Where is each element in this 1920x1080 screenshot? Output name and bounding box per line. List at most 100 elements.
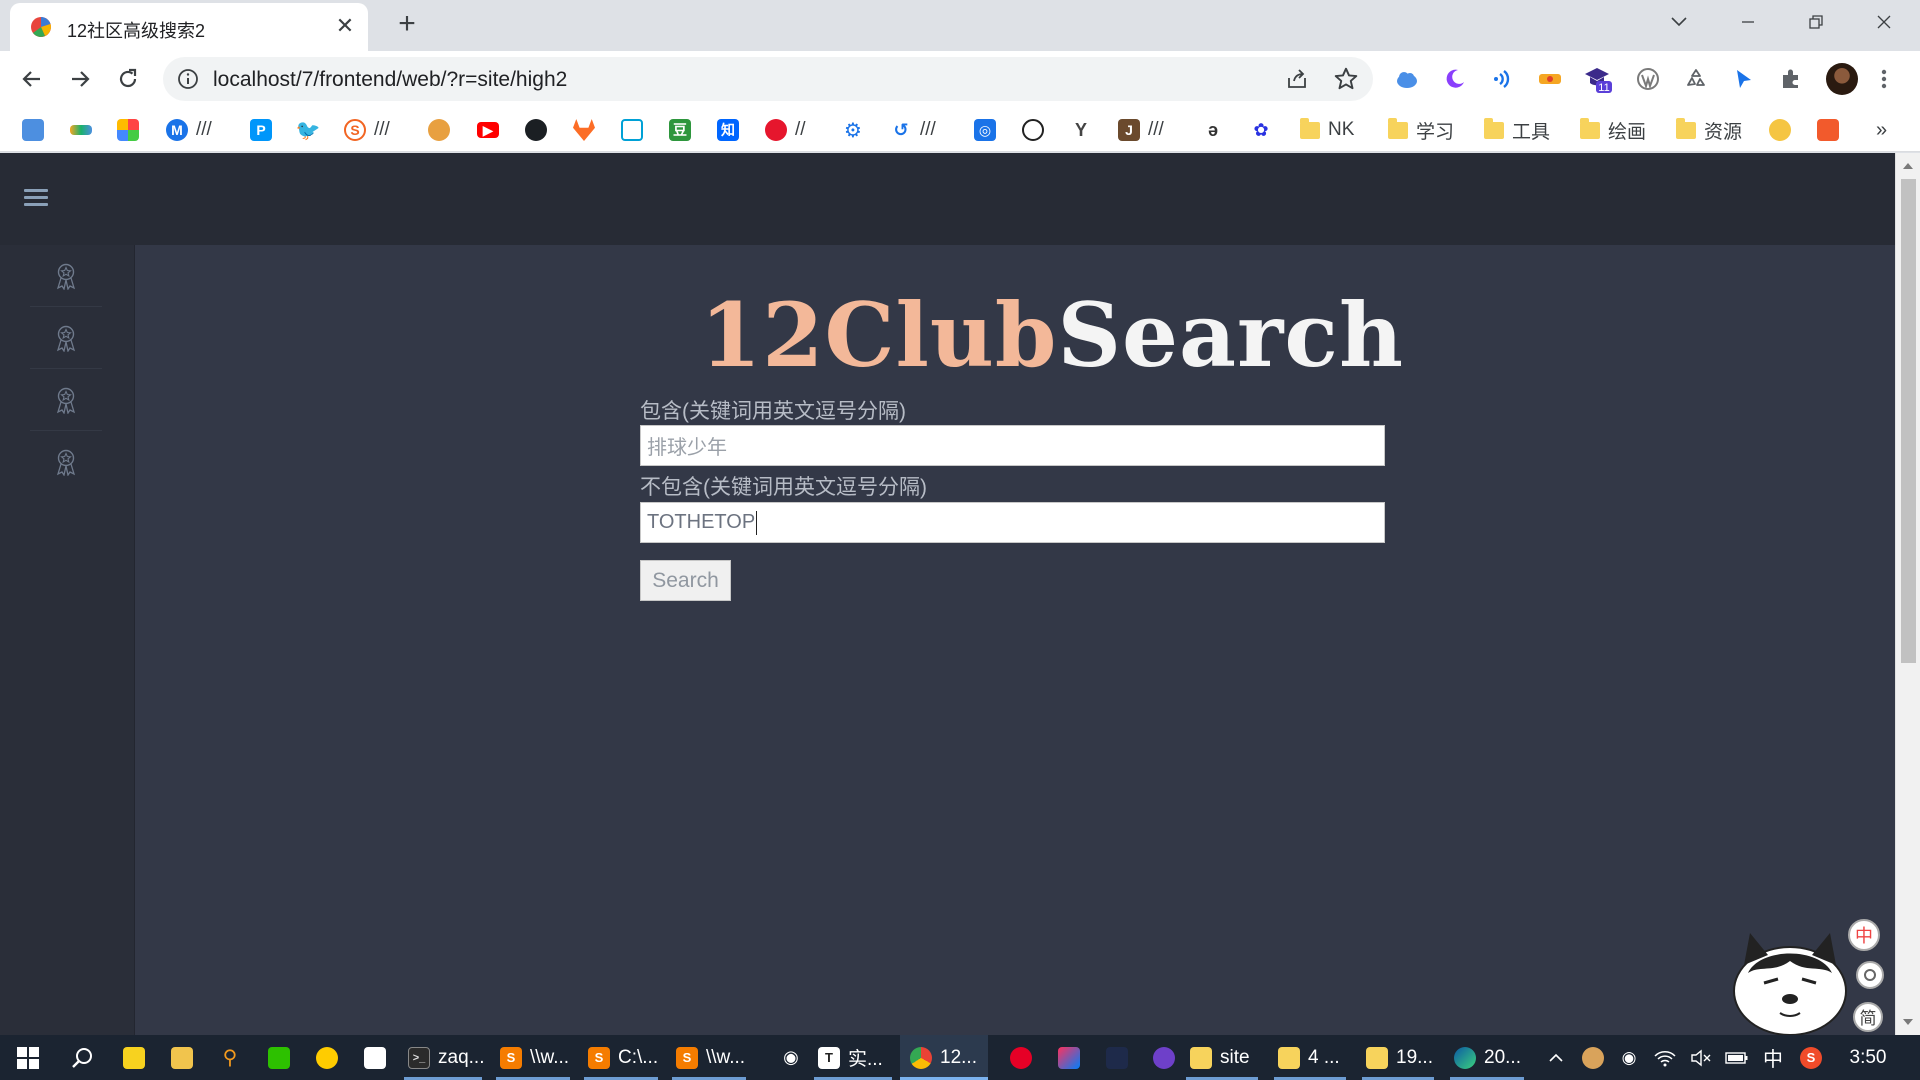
url-text[interactable]: localhost/7/frontend/web/?r=site/high2 <box>213 68 567 92</box>
sidebar-item-2[interactable] <box>30 307 102 369</box>
battery-icon[interactable] <box>1722 1035 1752 1080</box>
bookmark-22[interactable]: ə <box>1202 116 1224 144</box>
taskbar-intellij[interactable] <box>1048 1035 1080 1080</box>
bookmark-21[interactable]: J/// <box>1118 116 1164 144</box>
bookmark-14[interactable]: 知 <box>717 116 739 144</box>
taskbar-sticky-notes[interactable] <box>113 1035 145 1080</box>
cursor-extension-icon[interactable] <box>1727 63 1759 95</box>
recycle-extension-icon[interactable] <box>1680 63 1712 95</box>
bookmark-17[interactable]: ↺/// <box>890 116 936 144</box>
read-aloud-extension-icon[interactable] <box>1487 63 1519 95</box>
bookmark-20[interactable]: Y <box>1070 116 1092 144</box>
search-button-taskbar[interactable] <box>60 1035 94 1080</box>
back-button[interactable] <box>14 61 50 97</box>
bookmark-13[interactable]: 豆 <box>669 116 691 144</box>
tab-close-icon[interactable]: ✕ <box>332 13 358 39</box>
taskbar-qq[interactable]: ◉ <box>770 1035 802 1080</box>
bookmarks-overflow-button[interactable]: » <box>1876 116 1887 144</box>
bookmark-folder-3[interactable]: 工具 <box>1484 116 1550 144</box>
bookmark-18[interactable]: ◎ <box>974 116 996 144</box>
tab-search-icon[interactable] <box>1647 0 1711 44</box>
bookmark-2[interactable] <box>70 116 92 144</box>
taskbar-app-dark[interactable] <box>1096 1035 1128 1080</box>
scroll-down-arrow-icon[interactable] <box>1903 1019 1913 1025</box>
coupon-extension-icon[interactable] <box>1534 63 1566 95</box>
extensions-puzzle-icon[interactable] <box>1775 63 1807 95</box>
bookmark-3[interactable] <box>117 116 139 144</box>
bookmark-10[interactable] <box>525 116 547 144</box>
bookmark-folder-5[interactable]: 资源 <box>1676 116 1742 144</box>
wifi-icon[interactable] <box>1650 1035 1680 1080</box>
include-input[interactable]: 排球少年 <box>640 425 1385 466</box>
sidebar-item-1[interactable] <box>30 245 102 307</box>
bookmark-star-icon[interactable] <box>1333 66 1359 92</box>
taskbar-sublime-1[interactable]: S \\w... <box>490 1035 576 1080</box>
bookmark-16[interactable]: ⚙ <box>842 116 864 144</box>
taskbar-music[interactable] <box>306 1035 338 1080</box>
bookmark-folder-4[interactable]: 绘画 <box>1580 116 1646 144</box>
browser-menu-icon[interactable] <box>1868 63 1900 95</box>
bookmark-6[interactable]: 🐦 <box>296 116 320 144</box>
bookmark-5[interactable]: P <box>250 116 272 144</box>
reload-button[interactable] <box>110 61 146 97</box>
bookmark-11[interactable] <box>573 116 595 144</box>
scroll-up-arrow-icon[interactable] <box>1903 163 1913 169</box>
hamburger-menu-icon[interactable] <box>24 189 48 207</box>
browser-tab[interactable]: 12社区高级搜索2 ✕ <box>10 3 368 51</box>
forward-button[interactable] <box>62 61 98 97</box>
vertical-scrollbar[interactable] <box>1895 153 1920 1035</box>
clock[interactable]: 3:50 <box>1832 1035 1904 1080</box>
taskbar-app-grid[interactable] <box>354 1035 386 1080</box>
site-info-icon[interactable] <box>177 68 199 90</box>
dark-mode-extension-icon[interactable] <box>1439 63 1471 95</box>
profile-avatar[interactable] <box>1826 63 1858 95</box>
exclude-input[interactable]: TOTHETOP <box>640 502 1385 543</box>
cloud-extension-icon[interactable] <box>1391 63 1423 95</box>
taskbar-folder-4[interactable]: 4 ... <box>1268 1035 1352 1080</box>
bookmark-24[interactable] <box>1769 116 1791 144</box>
taskbar-github-desktop[interactable] <box>1143 1035 1175 1080</box>
restore-button[interactable] <box>1784 0 1848 44</box>
bookmark-folder-1[interactable]: NK <box>1300 116 1354 144</box>
bookmark-8[interactable] <box>428 116 450 144</box>
bookmark-4[interactable]: M/// <box>166 116 212 144</box>
bookmark-12[interactable] <box>621 116 643 144</box>
taskbar-file-explorer[interactable] <box>161 1035 193 1080</box>
scroll-thumb[interactable] <box>1901 179 1916 663</box>
taskbar-chrome[interactable]: 12... <box>900 1035 988 1080</box>
new-tab-button[interactable]: + <box>390 8 424 42</box>
taskbar-typora[interactable]: T 实... <box>808 1035 898 1080</box>
taskbar-netease-music[interactable] <box>1000 1035 1032 1080</box>
bookmark-7[interactable]: S/// <box>344 116 390 144</box>
start-button[interactable] <box>6 1035 46 1080</box>
sidebar-item-3[interactable] <box>30 369 102 431</box>
minimize-button[interactable] <box>1716 0 1780 44</box>
wordpress-extension-icon[interactable] <box>1632 63 1664 95</box>
close-window-button[interactable] <box>1852 0 1916 44</box>
tray-overflow-icon[interactable] <box>1542 1035 1570 1080</box>
taskbar-terminal[interactable]: >_ zaq... <box>398 1035 488 1080</box>
taskbar-sublime-3[interactable]: S \\w... <box>666 1035 752 1080</box>
share-icon[interactable] <box>1285 67 1309 91</box>
bookmark-23[interactable]: ✿ <box>1250 116 1272 144</box>
taskbar-folder-19[interactable]: 19... <box>1356 1035 1440 1080</box>
ime-language-indicator[interactable]: 中 <box>1758 1035 1788 1080</box>
taskbar-everything[interactable]: ⚲ <box>209 1035 241 1080</box>
bookmark-15[interactable]: // <box>765 116 806 144</box>
sogou-ime-icon[interactable]: S <box>1796 1035 1826 1080</box>
taskbar-folder-site[interactable]: site <box>1180 1035 1264 1080</box>
bookmark-1[interactable] <box>22 116 44 144</box>
taskbar-sublime-2[interactable]: S C:\... <box>578 1035 664 1080</box>
bookmark-25[interactable] <box>1817 116 1839 144</box>
scholar-extension-icon[interactable]: 11 <box>1582 63 1614 95</box>
bookmark-19[interactable] <box>1022 116 1044 144</box>
bookmark-folder-2[interactable]: 学习 <box>1388 116 1454 144</box>
search-button[interactable]: Search <box>640 560 731 601</box>
taskbar-wechat[interactable] <box>258 1035 290 1080</box>
tray-cat-icon[interactable] <box>1578 1035 1608 1080</box>
bookmark-9[interactable]: ▶ <box>477 116 499 144</box>
volume-muted-icon[interactable] <box>1686 1035 1716 1080</box>
ime-mascot[interactable]: 中 简 <box>1720 913 1890 1035</box>
address-bar[interactable]: localhost/7/frontend/web/?r=site/high2 <box>163 57 1373 101</box>
taskbar-edge[interactable]: 20... <box>1444 1035 1530 1080</box>
